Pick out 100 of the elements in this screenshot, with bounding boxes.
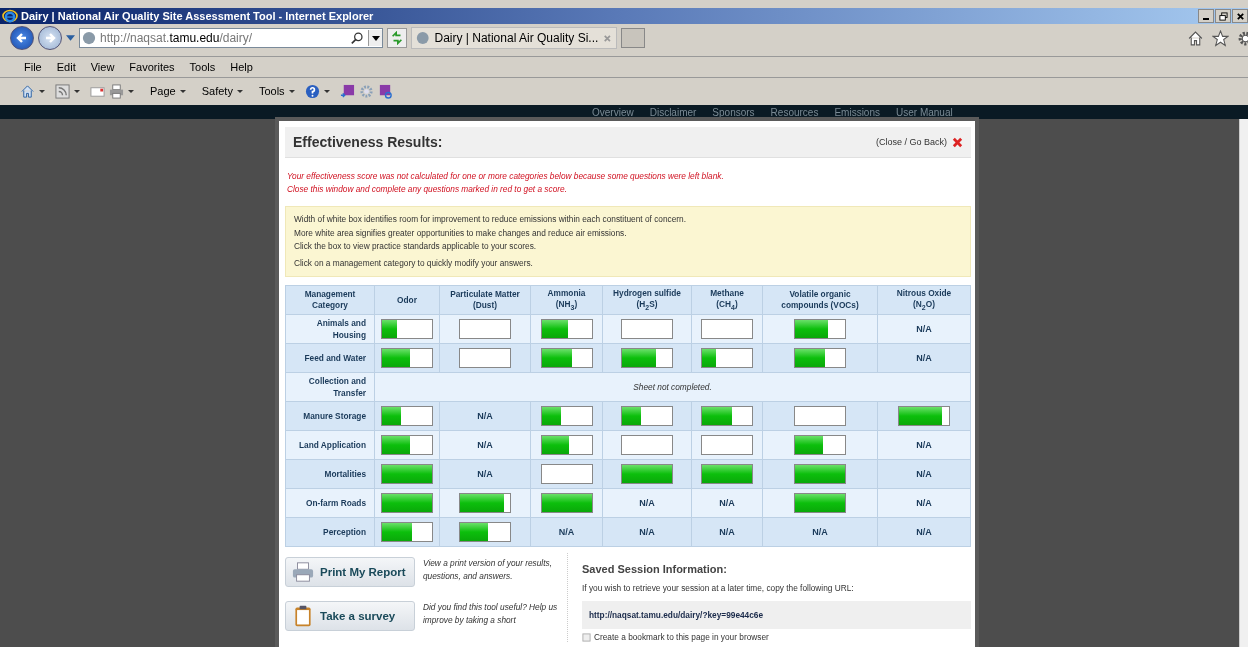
category-link[interactable]: Manure Storage: [285, 401, 375, 431]
refresh-button[interactable]: [387, 28, 407, 48]
column-header: Management Category: [285, 285, 375, 315]
caret-icon[interactable]: [236, 89, 243, 93]
action-button[interactable]: Print My Report: [285, 557, 415, 587]
menu-item[interactable]: File: [24, 61, 42, 73]
notebook-icon[interactable]: [339, 83, 355, 99]
address-dropdown-button[interactable]: [368, 30, 382, 46]
site-nav-link[interactable]: Emissions: [834, 106, 880, 118]
score-bar[interactable]: [621, 435, 673, 455]
score-bar[interactable]: [381, 522, 433, 542]
search-icon[interactable]: [351, 31, 364, 45]
help-icon[interactable]: [304, 83, 320, 99]
caret-icon[interactable]: [39, 89, 45, 93]
score-bar[interactable]: [701, 435, 753, 455]
dropdown-arrow-icon[interactable]: [66, 35, 75, 41]
score-bar[interactable]: [701, 319, 753, 339]
menu-item[interactable]: Favorites: [129, 61, 175, 73]
score-bar[interactable]: [459, 493, 511, 513]
score-bar[interactable]: [381, 493, 433, 513]
caret-icon[interactable]: [74, 89, 80, 93]
column-header: Hydrogen sulfide (H$_{2}$S): [602, 285, 692, 315]
site-nav-link[interactable]: Disclaimer: [649, 106, 697, 118]
score-bar[interactable]: [794, 319, 846, 339]
address-bar[interactable]: http://naqsat.tamu.edu/dairy/: [79, 28, 383, 48]
score-bar[interactable]: [701, 464, 753, 484]
info-text: More white area signifies greater opportunities to make changes and reduce air emissions.: [294, 226, 628, 240]
close-tab-icon[interactable]: [603, 33, 612, 43]
score-bar[interactable]: [381, 406, 433, 426]
gear-icon[interactable]: [358, 83, 374, 99]
category-link[interactable]: Mortalities: [285, 459, 375, 489]
score-bar[interactable]: [621, 319, 673, 339]
score-bar[interactable]: [794, 493, 846, 513]
browser-tab[interactable]: Dairy | National Air Quality Si...: [411, 27, 617, 49]
new-tab-button[interactable]: [621, 28, 645, 48]
column-header: Volatile organic compounds (VOCs): [762, 285, 878, 315]
score-bar[interactable]: [701, 348, 753, 368]
command-menu[interactable]: Tools: [258, 85, 285, 97]
bookmark-link[interactable]: Create a bookmark to this page in your browser: [594, 632, 769, 642]
site-nav-link[interactable]: Resources: [770, 106, 819, 118]
command-menu[interactable]: Safety: [201, 85, 233, 97]
site-nav-link[interactable]: Sponsors: [712, 106, 755, 118]
score-bar[interactable]: [540, 464, 593, 484]
print-icon[interactable]: [109, 83, 124, 99]
na-text: N/A: [916, 353, 932, 363]
minimize-icon: [1203, 18, 1209, 20]
column-header: Particulate Matter (Dust): [439, 285, 531, 315]
score-bar[interactable]: [540, 406, 593, 426]
score-bar[interactable]: [540, 348, 593, 368]
score-bar[interactable]: [459, 522, 511, 542]
action-button[interactable]: Take a survey: [285, 601, 415, 631]
category-link[interactable]: On-farm Roads: [285, 488, 375, 518]
category-link[interactable]: Feed and Water: [285, 343, 375, 373]
score-bar[interactable]: [898, 406, 950, 426]
score-bar[interactable]: [459, 348, 511, 368]
minimize-button[interactable]: [1198, 9, 1214, 23]
score-bar[interactable]: [794, 464, 846, 484]
close-link[interactable]: (Close / Go Back): [875, 137, 947, 147]
caret-icon[interactable]: [323, 89, 330, 93]
category-link[interactable]: Collection and Transfer: [285, 372, 375, 402]
score-bar[interactable]: [540, 319, 593, 339]
back-button[interactable]: [10, 26, 34, 50]
caret-icon[interactable]: [288, 89, 295, 93]
score-bar[interactable]: [621, 406, 673, 426]
score-bar[interactable]: [621, 464, 673, 484]
site-nav-link[interactable]: User Manual: [896, 106, 953, 118]
category-link[interactable]: Perception: [285, 517, 375, 547]
score-bar[interactable]: [701, 406, 753, 426]
close-button[interactable]: [1232, 9, 1248, 23]
forward-button[interactable]: [38, 26, 62, 50]
menu-item[interactable]: Edit: [56, 61, 76, 73]
score-bar[interactable]: [540, 435, 593, 455]
home-icon[interactable]: [20, 83, 35, 99]
score-bar[interactable]: [794, 348, 846, 368]
score-bar[interactable]: [381, 348, 433, 368]
menu-item[interactable]: View: [90, 61, 115, 73]
restore-button[interactable]: [1215, 9, 1231, 23]
site-nav-link[interactable]: Overview: [592, 106, 634, 118]
menu-item[interactable]: Tools: [189, 61, 216, 73]
menu-item[interactable]: Help: [230, 61, 253, 73]
score-bar[interactable]: [381, 319, 433, 339]
score-bar[interactable]: [459, 319, 511, 339]
category-link[interactable]: Land Application: [285, 430, 375, 460]
close-icon[interactable]: [952, 136, 963, 148]
category-link[interactable]: Animals and Housing: [285, 314, 375, 344]
notebook-link-icon[interactable]: [377, 83, 393, 99]
score-bar[interactable]: [381, 435, 433, 455]
score-bar[interactable]: [621, 348, 673, 368]
na-text: N/A: [719, 498, 735, 508]
star-icon[interactable]: [1212, 29, 1229, 47]
session-url-field[interactable]: http://naqsat.tamu.edu/dairy/?key=99e44c6e: [582, 601, 971, 629]
command-menu[interactable]: Page: [150, 85, 176, 97]
caret-icon[interactable]: [179, 89, 186, 93]
score-bar[interactable]: [381, 464, 433, 484]
score-bar[interactable]: [794, 406, 846, 426]
action-description: Did you find this tool useful? Help us improve by taking a short: [423, 601, 559, 627]
caret-icon[interactable]: [128, 89, 134, 93]
score-bar[interactable]: [794, 435, 846, 455]
home-icon[interactable]: [1187, 29, 1204, 47]
score-bar[interactable]: [540, 493, 593, 513]
